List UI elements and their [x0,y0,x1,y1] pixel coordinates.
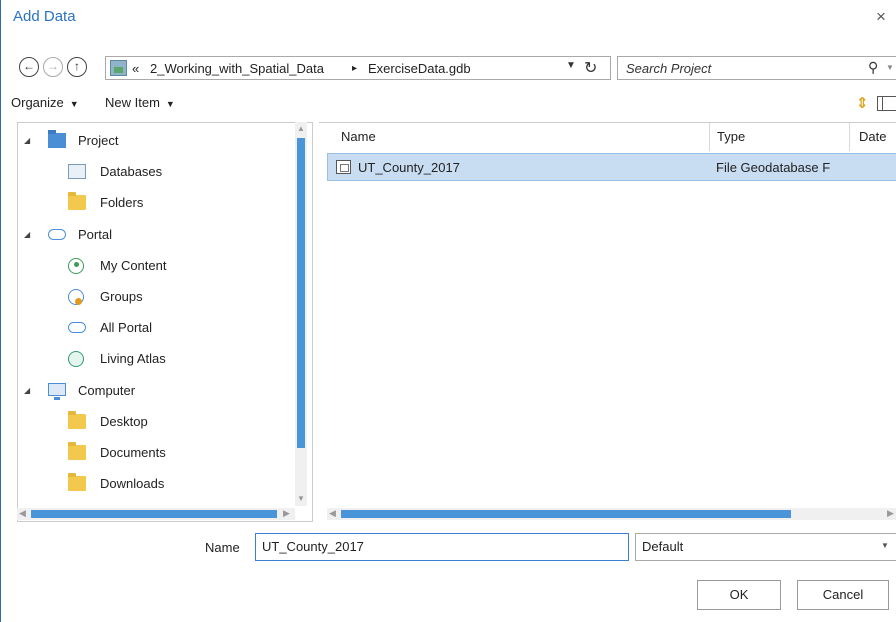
file-list: Name Type Date UT_County_2017 File Geoda… [319,122,896,522]
tree-label: Desktop [100,414,148,429]
forward-button[interactable]: → [43,57,63,77]
back-button[interactable]: ← [19,57,39,77]
folder-icon [68,192,86,210]
tree-label: Computer [78,383,136,398]
crumb-overflow[interactable]: « [132,61,139,76]
scroll-thumb[interactable] [297,138,305,448]
organize-label: Organize [11,95,64,110]
tree-label: My Content [100,258,167,273]
folder-icon [68,442,86,460]
sort-icon[interactable]: ⇕ [856,94,869,112]
collapse-icon[interactable]: ◢ [24,379,30,403]
tree-item-all-portal[interactable]: All Portal [18,316,298,340]
column-divider[interactable] [849,123,850,151]
scroll-left-icon[interactable]: ◀ [329,508,336,519]
scroll-up-icon[interactable]: ▲ [297,124,305,133]
scroll-thumb[interactable] [31,510,277,518]
feature-class-icon [336,160,351,174]
tree-item-computer[interactable]: ◢ Computer [18,379,298,403]
search-icon[interactable]: ⚲ [868,59,878,76]
new-item-label: New Item [105,95,160,110]
list-horizontal-scrollbar[interactable]: ◀ ▶ [327,508,896,520]
search-placeholder: Search Project [626,61,712,76]
tree-label: Downloads [100,476,165,491]
tree-horizontal-scrollbar[interactable]: ◀ ▶ [17,508,295,520]
tree-label: Documents [100,445,166,460]
cancel-button[interactable]: Cancel [797,580,889,610]
scroll-down-icon[interactable]: ▼ [297,494,305,503]
my-content-icon [68,258,84,274]
tree-label: Databases [100,164,163,179]
tree-label: Living Atlas [100,351,166,366]
file-type: File Geodatabase F [716,160,831,175]
groups-icon [68,289,84,305]
address-bar[interactable]: « 2_Working_with_Spatial_Data ▸ Exercise… [105,56,611,80]
column-header-date[interactable]: Date [859,129,886,144]
tree-item-my-content[interactable]: My Content [18,254,298,278]
add-data-dialog: Add Data × ← → ↑ « 2_Working_with_Spatia… [0,0,896,622]
breadcrumb-item[interactable]: ExerciseData.gdb [368,61,471,76]
computer-icon [48,383,66,400]
up-button[interactable]: ↑ [67,57,87,77]
tree-label: Portal [78,227,112,242]
scroll-right-icon[interactable]: ▶ [283,508,290,519]
close-icon[interactable]: × [869,6,893,28]
column-header-name[interactable]: Name [341,129,376,144]
ok-button[interactable]: OK [697,580,781,610]
tree-item-databases[interactable]: Databases [18,160,298,184]
scroll-thumb[interactable] [341,510,791,518]
tree-item-project[interactable]: ◢ Project [18,129,298,153]
tree-label: Groups [100,289,143,304]
organize-menu[interactable]: Organize ▼ [11,95,79,110]
collapse-icon[interactable]: ◢ [24,223,30,247]
tree-label: All Portal [100,320,153,335]
folder-icon [68,411,86,429]
view-options-icon[interactable] [877,96,896,111]
tree-item-groups[interactable]: Groups [18,285,298,309]
chevron-down-icon: ▼ [165,99,175,109]
cloud-icon [48,229,66,240]
tree-label: Project [78,133,119,148]
folder-icon [68,473,86,491]
column-divider[interactable] [709,123,710,151]
living-atlas-icon [68,351,84,367]
tree-vertical-scrollbar[interactable]: ▲ ▼ [295,122,307,506]
scroll-left-icon[interactable]: ◀ [19,508,26,519]
collapse-icon[interactable]: ◢ [24,129,30,153]
name-field-label: Name [205,540,240,555]
name-field[interactable]: UT_County_2017 [255,533,629,561]
new-item-menu[interactable]: New Item ▼ [105,95,175,110]
geodatabase-icon [110,60,127,76]
breadcrumb-separator: ▸ [352,63,358,74]
dialog-title: Add Data [13,8,76,25]
file-row[interactable]: UT_County_2017 File Geodatabase F [327,153,896,181]
tree-item-portal[interactable]: ◢ Portal [18,223,298,247]
file-name: UT_County_2017 [358,160,460,175]
cloud-icon [68,322,86,333]
tree-item-desktop[interactable]: Desktop [18,410,298,434]
refresh-icon[interactable]: ↻ [584,58,597,78]
column-header-type[interactable]: Type [717,129,745,144]
project-icon [48,130,66,148]
navigation-tree: ◢ Project Databases Folders ◢ Portal My … [17,122,313,522]
search-input[interactable]: Search Project ⚲ ▼ [617,56,896,80]
tree-item-documents[interactable]: Documents [18,441,298,465]
chevron-down-icon[interactable]: ▼ [881,541,889,550]
chevron-down-icon: ▼ [69,99,79,109]
chevron-down-icon[interactable]: ▼ [566,60,576,71]
toolbar: Organize ▼ New Item ▼ ⇕ [1,92,896,118]
tree-label: Folders [100,195,144,210]
title-bar: Add Data × [1,0,896,34]
filter-dropdown[interactable]: Default [635,533,896,561]
chevron-down-icon[interactable]: ▼ [886,63,894,72]
database-folder-icon [68,164,86,179]
tree-item-downloads[interactable]: Downloads [18,472,298,496]
scroll-right-icon[interactable]: ▶ [887,508,894,519]
breadcrumb-item[interactable]: 2_Working_with_Spatial_Data [150,61,324,76]
tree-item-living-atlas[interactable]: Living Atlas [18,347,298,371]
tree-item-folders[interactable]: Folders [18,191,298,215]
